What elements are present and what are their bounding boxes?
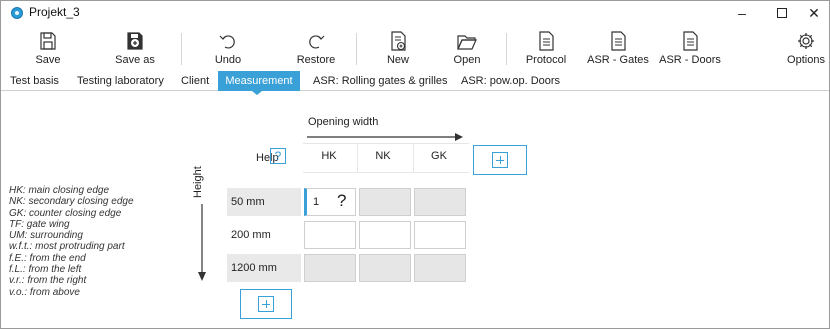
opening-width-label: Opening width (308, 116, 379, 128)
column-header-nk: NK (375, 150, 391, 162)
document-icon (539, 31, 554, 51)
row-label-1200mm: 1200 mm (227, 254, 301, 282)
redo-icon (309, 35, 325, 49)
add-column-button[interactable] (473, 145, 527, 175)
plus-icon (258, 296, 274, 312)
protocol-button[interactable]: Protocol (521, 25, 571, 71)
undo-label: Undo (214, 54, 242, 66)
legend-item: HK: main closing edge (9, 185, 110, 196)
window-title: Projekt_3 (29, 5, 80, 19)
measurement-cell-nk-50mm[interactable] (359, 188, 411, 216)
toolbar-divider (506, 33, 507, 65)
measurement-panel: Opening width Help ? HK NK GK Height 50 … (1, 92, 829, 329)
column-header-hk: HK (321, 150, 337, 162)
undo-icon (219, 35, 235, 49)
maximize-button[interactable] (767, 3, 797, 23)
options-button[interactable]: Options (784, 25, 828, 71)
restore-button[interactable]: Restore (296, 25, 336, 71)
toolbar: Save Save as Undo Restore New Open Proto… (1, 25, 829, 71)
legend-item: f.E.: from the end (9, 252, 86, 264)
tab-measurement[interactable]: Measurement (218, 71, 300, 91)
row-label-200mm: 200 mm (227, 221, 301, 249)
gear-icon (798, 33, 814, 49)
tab-bar: Test basis Testing laboratory Client Mea… (1, 71, 829, 91)
asr-gates-label: ASR - Gates (587, 54, 649, 66)
tab-testing-laboratory[interactable]: Testing laboratory (77, 71, 164, 91)
abbreviation-legend: HK: main closing edge NK: secondary clos… (9, 185, 134, 298)
app-window: Projekt_3 – ✕ Save Save as Undo Restore … (0, 0, 830, 329)
measurement-cell-hk-1200mm[interactable] (304, 254, 356, 282)
cell-value: 1 (313, 196, 320, 208)
legend-item: GK: counter closing edge (9, 207, 122, 219)
restore-label: Restore (296, 54, 336, 66)
legend-item: UM: surrounding (9, 230, 83, 242)
save-label: Save (35, 54, 61, 66)
title-bar: Projekt_3 – ✕ (1, 1, 829, 25)
options-label: Options (787, 54, 825, 66)
asr-doors-button[interactable]: ASR - Doors (659, 25, 721, 71)
open-label: Open (453, 54, 481, 66)
arrow-down-icon (198, 204, 206, 281)
asr-doors-label: ASR - Doors (659, 54, 721, 66)
plus-icon (492, 152, 508, 168)
toolbar-divider (181, 33, 182, 65)
open-button[interactable]: Open (452, 25, 482, 71)
undo-button[interactable]: Undo (213, 25, 243, 71)
save-as-label: Save as (115, 54, 155, 66)
document-icon (683, 31, 698, 51)
add-row-button[interactable] (240, 289, 292, 319)
legend-item: v.r.: from the right (9, 275, 87, 287)
column-header-gk: GK (431, 150, 447, 162)
height-label: Height (192, 166, 204, 198)
measurement-cell-hk-200mm[interactable] (304, 221, 356, 249)
tab-client[interactable]: Client (181, 71, 209, 91)
measurement-cell-gk-1200mm[interactable] (414, 254, 466, 282)
save-as-button[interactable]: Save as (113, 25, 157, 71)
document-icon (611, 31, 626, 51)
help-icon[interactable]: ? (270, 148, 286, 164)
tab-asr-doors[interactable]: ASR: pow.op. Doors (461, 71, 560, 91)
save-as-icon (127, 32, 143, 50)
measurement-cell-hk-50mm[interactable]: 1 ? (304, 188, 356, 216)
measurement-cell-gk-50mm[interactable] (414, 188, 466, 216)
measurement-cell-gk-200mm[interactable] (414, 221, 466, 249)
protocol-label: Protocol (525, 54, 567, 66)
row-label-50mm: 50 mm (227, 188, 301, 216)
column-divider (357, 144, 358, 172)
question-icon[interactable]: ? (337, 191, 346, 211)
legend-item: TF: gate wing (9, 218, 70, 230)
toolbar-divider (356, 33, 357, 65)
legend-item: NK: secondary closing edge (9, 196, 134, 208)
minimize-button[interactable]: – (727, 3, 757, 23)
folder-open-icon (457, 35, 477, 50)
measurement-cell-nk-200mm[interactable] (359, 221, 411, 249)
close-button[interactable]: ✕ (799, 3, 829, 23)
tab-asr-rolling-gates[interactable]: ASR: Rolling gates & grilles (313, 71, 448, 91)
maximize-icon (777, 8, 787, 18)
column-divider (413, 144, 414, 172)
tab-test-basis[interactable]: Test basis (10, 71, 59, 91)
save-icon (40, 32, 56, 50)
arrow-right-icon (307, 133, 463, 141)
save-button[interactable]: Save (33, 25, 63, 71)
legend-item: f.L.: from the left (9, 264, 82, 276)
asr-gates-button[interactable]: ASR - Gates (587, 25, 649, 71)
new-document-icon (391, 31, 406, 51)
new-label: New (386, 54, 409, 66)
legend-item: v.o.: from above (9, 286, 80, 298)
app-logo-icon (11, 7, 23, 19)
new-button[interactable]: New (383, 25, 413, 71)
measurement-cell-nk-1200mm[interactable] (359, 254, 411, 282)
legend-item: w.f.t.: most protruding part (9, 241, 125, 253)
